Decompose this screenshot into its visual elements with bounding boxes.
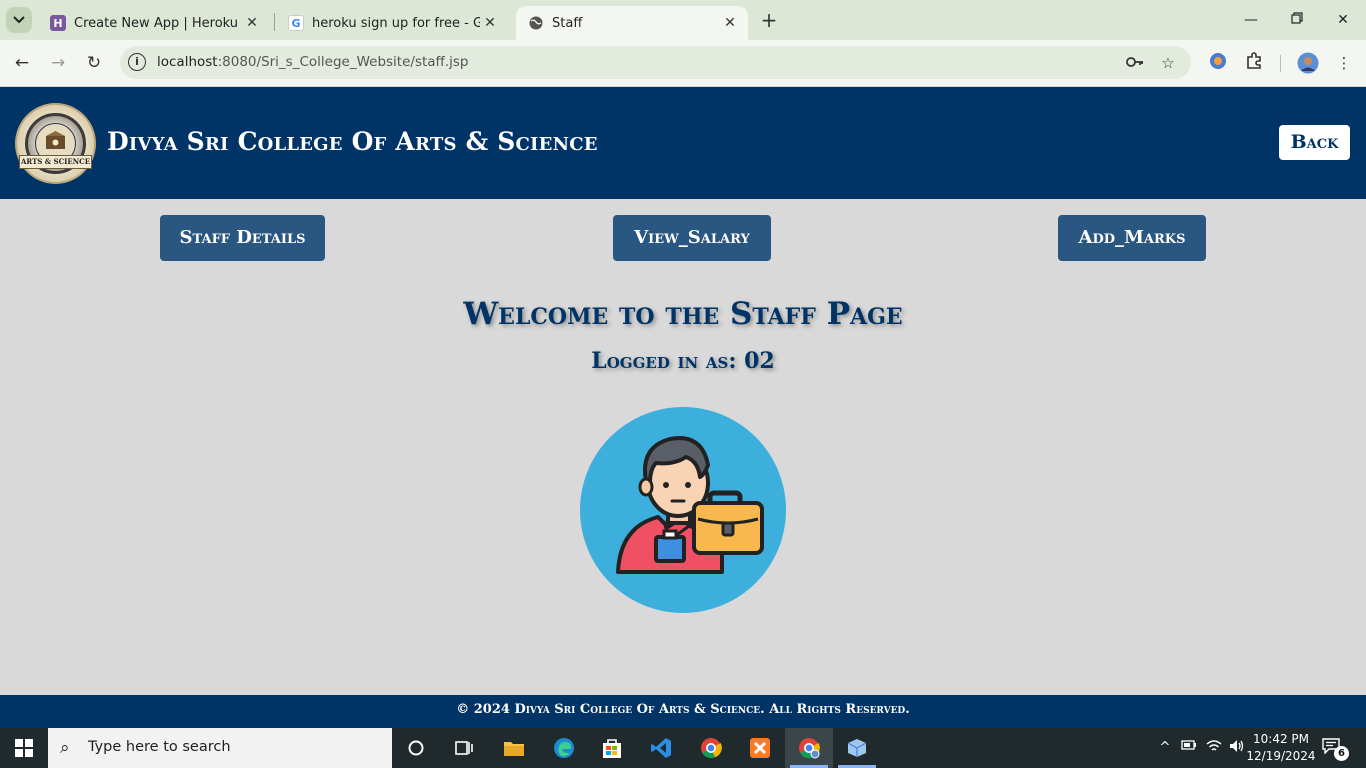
browser-toolbar: ← → ↻ i localhost:8080/Sri_s_College_Web… (0, 40, 1366, 87)
start-button[interactable] (0, 728, 48, 768)
chevron-down-icon (13, 16, 25, 24)
profile-avatar[interactable] (1297, 52, 1319, 74)
site-title: Divya Sri College Of Arts & Science (107, 127, 598, 156)
back-arrow-icon[interactable]: ← (10, 51, 34, 75)
logged-in-text: Logged in as: 02 (591, 348, 775, 374)
back-button[interactable]: Back (1279, 125, 1350, 160)
site-footer: © 2024 Divya Sri College Of Arts & Scien… (0, 695, 1366, 728)
system-clock[interactable]: 10:42 PM 12/19/2024 (1246, 731, 1316, 765)
globe-icon (528, 15, 544, 31)
notifications-button[interactable]: 6 (1322, 738, 1349, 761)
bookmark-star-icon[interactable]: ☆ (1158, 53, 1178, 73)
tab-heroku[interactable]: H Create New App | Heroku ✕ (38, 6, 270, 40)
clock-date: 12/19/2024 (1246, 749, 1316, 763)
heroku-icon: H (50, 15, 66, 31)
app-cube-icon[interactable] (843, 734, 871, 762)
windows-logo-icon (15, 739, 33, 757)
url-text[interactable]: localhost:8080/Sri_s_College_Website/sta… (157, 54, 469, 70)
chrome-profile-icon[interactable] (795, 734, 823, 762)
extension-icon[interactable] (1207, 52, 1229, 74)
volume-icon[interactable] (1228, 739, 1246, 757)
site-header: ARTS & SCIENCE Divya Sri College Of Arts… (0, 87, 1366, 199)
logo-banner: ARTS & SCIENCE (19, 155, 92, 169)
reload-icon[interactable]: ↻ (82, 51, 106, 75)
toolbar-divider (1280, 55, 1281, 72)
minimize-button[interactable]: — (1236, 8, 1266, 32)
new-tab-button[interactable]: + (758, 8, 780, 32)
view-salary-button[interactable]: View_Salary (613, 215, 771, 261)
search-icon: ⌕ (60, 738, 70, 758)
xampp-icon[interactable] (746, 734, 774, 762)
task-view-icon[interactable] (450, 734, 478, 762)
notification-count-badge: 6 (1334, 746, 1349, 761)
password-key-icon[interactable] (1125, 53, 1145, 73)
battery-icon[interactable] (1180, 739, 1198, 757)
staff-details-button[interactable]: Staff Details (160, 215, 325, 261)
taskbar-search-box[interactable]: ⌕ Type here to search (48, 728, 392, 768)
tab-title: heroku sign up for free - Googl (312, 15, 480, 31)
extensions-puzzle-icon[interactable] (1243, 52, 1265, 74)
close-tab-icon[interactable]: ✕ (242, 15, 262, 31)
tab-title: Staff (552, 15, 583, 31)
browser-menu-icon[interactable]: ⋮ (1333, 52, 1355, 74)
college-logo: ARTS & SCIENCE (15, 103, 96, 184)
site-info-icon[interactable]: i (128, 53, 146, 71)
tab-google-search[interactable]: G heroku sign up for free - Googl ✕ (276, 6, 508, 40)
browser-tab-bar: H Create New App | Heroku ✕ G heroku sig… (0, 0, 1366, 40)
chrome-icon[interactable] (697, 734, 725, 762)
cortana-icon[interactable] (402, 734, 430, 762)
tab-staff[interactable]: Staff ✕ (516, 6, 748, 40)
search-placeholder: Type here to search (88, 739, 231, 755)
file-explorer-icon[interactable] (500, 734, 528, 762)
tab-search-button[interactable] (6, 7, 32, 33)
close-tab-icon[interactable]: ✕ (480, 15, 500, 31)
windows-taskbar: ⌕ Type here to search ^ 10:42 PM 12/19/2… (0, 728, 1366, 768)
microsoft-store-icon[interactable] (598, 734, 626, 762)
restore-button[interactable] (1282, 8, 1312, 32)
vscode-icon[interactable] (647, 734, 675, 762)
tab-title: Create New App | Heroku (74, 15, 239, 31)
close-window-button[interactable]: ✕ (1328, 8, 1358, 32)
close-tab-icon[interactable]: ✕ (720, 15, 740, 31)
add-marks-button[interactable]: Add_Marks (1058, 215, 1206, 261)
staff-avatar-illustration (580, 407, 786, 613)
tray-overflow-chevron-icon[interactable]: ^ (1156, 739, 1174, 757)
welcome-heading: Welcome to the Staff Page (463, 296, 903, 332)
tab-separator (274, 13, 275, 31)
wifi-icon[interactable] (1205, 739, 1223, 757)
forward-arrow-icon[interactable]: → (46, 51, 70, 75)
restore-icon (1291, 12, 1303, 24)
clock-time: 10:42 PM (1253, 732, 1309, 746)
address-bar[interactable]: i localhost:8080/Sri_s_College_Website/s… (120, 46, 1191, 79)
edge-browser-icon[interactable] (550, 734, 578, 762)
google-icon: G (288, 15, 304, 31)
